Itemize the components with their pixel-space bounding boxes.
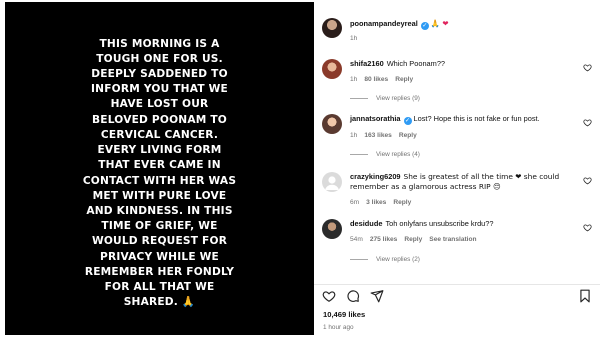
post-actions-bar <box>322 289 594 303</box>
avatar[interactable] <box>322 59 342 79</box>
comment-text: Toh onlyfans unsubscribe krdu?? <box>385 219 494 228</box>
comment-time: 1h <box>350 76 358 84</box>
heart-icon[interactable] <box>322 289 336 303</box>
comment-likes[interactable]: 275 likes <box>370 236 398 243</box>
caption-emojis: 🙏 ❤ <box>430 19 449 28</box>
bookmark-icon[interactable] <box>578 289 592 303</box>
comment-username[interactable]: jannatsorathia <box>350 114 401 123</box>
avatar[interactable] <box>322 114 342 134</box>
verified-badge-icon: ✓ <box>420 22 429 30</box>
post-media[interactable]: THIS MORNING IS A TOUGH ONE FOR US. DEEP… <box>5 2 314 335</box>
verified-badge-icon: ✓ <box>403 117 412 125</box>
heart-icon[interactable] <box>583 63 592 72</box>
caption-time: 1h <box>350 35 358 42</box>
avatar[interactable] <box>322 219 342 239</box>
share-icon[interactable] <box>370 289 384 303</box>
view-replies-button[interactable]: View replies (2) <box>350 256 420 263</box>
instagram-post-view: THIS MORNING IS A TOUGH ONE FOR US. DEEP… <box>0 0 600 338</box>
avatar[interactable] <box>322 172 342 192</box>
comment-likes[interactable]: 80 likes <box>364 76 388 83</box>
comment-username[interactable]: desidude <box>350 219 382 228</box>
actions-divider <box>314 284 600 285</box>
post-timestamp: 1 hour ago <box>323 324 354 331</box>
default-avatar-icon <box>325 176 339 190</box>
comment-time: 1h <box>350 132 358 139</box>
avatar[interactable] <box>322 18 342 38</box>
see-translation-button[interactable]: See translation <box>429 236 476 243</box>
comment-text: Lost? Hope this is not fake or fun post. <box>413 114 540 123</box>
story-text: THIS MORNING IS A TOUGH ONE FOR US. DEEP… <box>82 37 237 309</box>
comment-likes[interactable]: 3 likes <box>366 199 386 206</box>
comment-text: Which Poonam?? <box>386 59 446 68</box>
caption-username[interactable]: poonampandeyreal <box>350 19 418 28</box>
comment-username[interactable]: crazyking6209 <box>350 172 401 181</box>
heart-icon[interactable] <box>583 223 592 232</box>
comment-username[interactable]: shifa2160 <box>350 59 384 68</box>
view-replies-button[interactable]: View replies (4) <box>350 151 420 158</box>
comment-likes[interactable]: 163 likes <box>364 132 392 139</box>
reply-button[interactable]: Reply <box>399 132 417 139</box>
view-replies-button[interactable]: View replies (9) <box>350 95 420 102</box>
heart-icon[interactable] <box>583 176 592 185</box>
comment-icon[interactable] <box>346 289 360 303</box>
comment-time: 54m <box>350 236 363 244</box>
reply-button[interactable]: Reply <box>404 236 422 243</box>
comments-panel: poonampandeyreal ✓ 🙏 ❤ 1h shifa2160 Which P… <box>314 0 600 338</box>
comment-time: 6m <box>350 199 360 207</box>
reply-button[interactable]: Reply <box>395 76 413 83</box>
reply-button[interactable]: Reply <box>393 199 411 206</box>
heart-icon[interactable] <box>583 118 592 127</box>
likes-count[interactable]: 10,469 likes <box>323 310 365 319</box>
